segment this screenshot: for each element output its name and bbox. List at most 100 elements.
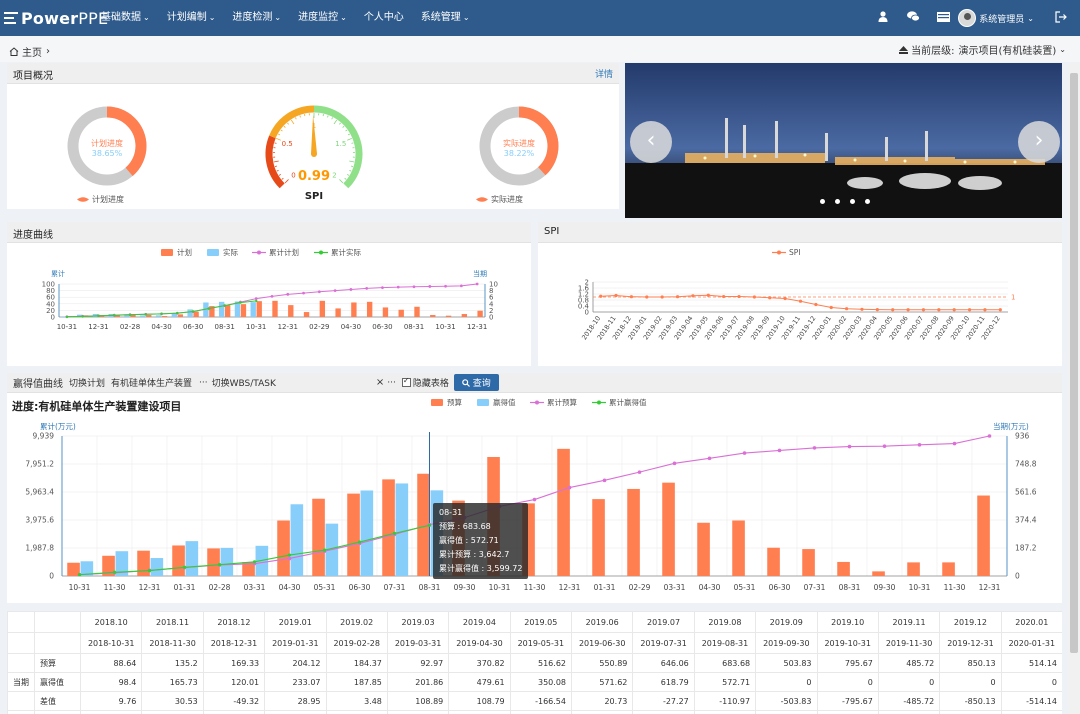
earned-value-bar (150, 558, 164, 576)
table-cell: 187.85 (325, 672, 388, 692)
table-cell: 0 (939, 672, 1002, 692)
cumulative-earned-point (322, 548, 327, 552)
gauge-needle (311, 115, 317, 155)
gauge-tick (273, 160, 279, 163)
ev-tooltip: 08-31 预算 : 683.68 赢得值 : 572.71 累计预算 : 3,… (433, 503, 529, 579)
plant-night-photo (625, 63, 1062, 218)
nav-item-1[interactable]: 基础数据 ⌄ (101, 0, 158, 36)
budget-bar (837, 561, 850, 576)
avatar (958, 9, 977, 27)
switch-wbs-label: 切换WBS/TASK (211, 379, 276, 389)
card-icon[interactable] (928, 11, 958, 25)
top-navbar: PowerPPE 基础数据 ⌄ 计划编制 ⌄ 进度检测 ⌄ 进度监控 ⌄ 个人中心 系统管理 ⌄ 系… (0, 0, 1080, 36)
left-tick-label: 7,951.2 (25, 460, 54, 469)
table-row-label: 赢得值 (34, 672, 81, 692)
spi-panel: SPI SPI 2 1.6 1.2 0.8 0.4 0 1 2018-10 2018-11 2018… (538, 222, 1062, 366)
table-date-header: 2018-12-31 (202, 632, 266, 654)
spi-point (967, 308, 972, 312)
plan-more-button[interactable]: ··· (199, 378, 208, 388)
nav-item-3[interactable]: 进度检测 ⌄ (232, 0, 289, 36)
table-cell: 9.76 (79, 691, 143, 711)
spi-point (691, 294, 695, 298)
plan-legend-label: 计划进度 (92, 195, 124, 204)
user-menu[interactable]: 系统管理员 ⌄ (958, 9, 1034, 27)
ev-table: 2018.10 2018.11 2018.12 2019.01 2019.02 2019.… (7, 611, 1062, 714)
table-row-label: 预算 (34, 710, 81, 714)
table-cell: 6792.19 (1000, 710, 1062, 714)
table-date-header: 2019-04-30 (448, 632, 511, 654)
table-cell: 169.33 (202, 653, 266, 673)
cumulative-budget-point (287, 556, 292, 561)
logout-icon[interactable] (1046, 10, 1076, 26)
table-cell: 201.86 (386, 672, 450, 692)
earned-value-bar (290, 504, 304, 576)
table-date-header: 2019-11-30 (877, 632, 941, 654)
x-tick-label: 06-30 (769, 583, 791, 592)
detail-link[interactable]: 详情 (595, 67, 613, 80)
table-month-header: 2019.03 (386, 611, 450, 633)
gauge-tick (275, 137, 281, 141)
query-button[interactable]: 查询 (453, 374, 499, 391)
gauge-tick (290, 119, 295, 125)
nav-item-2[interactable]: 计划编制 ⌄ (167, 0, 224, 36)
table-month-header: 2019.02 (325, 611, 388, 633)
carousel-dot[interactable] (820, 199, 825, 204)
level-selector[interactable]: 当前层级: 演示项目(有机硅装置) ⌄ (899, 42, 1066, 57)
table-date-header: 2019-10-31 (816, 632, 879, 654)
table-row: 2018-10-31 2018-11-30 2018-12-31 2019-01-31… (7, 632, 1062, 654)
spi-gauge: 00.511.52 (265, 105, 363, 189)
plan-bar (319, 300, 326, 317)
table-date-header: 2019-05-31 (509, 632, 573, 654)
legend-swatch (477, 399, 489, 406)
cumulative-budget-point (567, 485, 572, 490)
right-tick-label: 936 (1015, 432, 1030, 441)
table-cell: 28.95 (264, 691, 327, 711)
nav-item-6[interactable]: 系统管理 ⌄ (421, 0, 478, 36)
plan-select-input[interactable]: 有机硅单体生产装置 (111, 376, 199, 390)
budget-bar (277, 520, 290, 576)
home-icon[interactable] (9, 47, 19, 56)
page-scrollbar[interactable] (1068, 63, 1080, 714)
nav-item-5[interactable]: 个人中心 (364, 0, 412, 36)
hide-table-checkbox[interactable] (401, 376, 411, 387)
scrollbar-thumb[interactable] (1070, 73, 1078, 653)
x-tick-label: 09-30 (874, 583, 896, 592)
table-date-header: 2019-02-28 (325, 632, 388, 654)
table-date-header: 2019-03-31 (386, 632, 450, 654)
project-photo-carousel[interactable]: ‹ › (625, 63, 1062, 218)
wbs-more-button[interactable]: ··· (387, 378, 396, 388)
table-group-label (7, 653, 35, 673)
table-cell: 184.37 (325, 653, 388, 673)
carousel-dot[interactable] (850, 199, 855, 204)
spi-point (952, 308, 956, 312)
table-cell: 4942.2 (816, 710, 879, 714)
actual-ring-text: 实际进度 38.22% (474, 138, 564, 158)
nav-item-4[interactable]: 进度监控 ⌄ (298, 0, 355, 36)
table-cell: 850.13 (939, 653, 1002, 673)
breadcrumb-home[interactable]: 主页 (22, 44, 42, 59)
earned-value-bar (395, 483, 409, 576)
user-icon[interactable] (868, 11, 898, 25)
logo[interactable]: PowerPPE (4, 8, 108, 28)
cumulative-plan-point (302, 291, 305, 295)
wbs-input[interactable] (276, 376, 356, 390)
carousel-prev-button[interactable]: ‹ (630, 121, 672, 163)
wbs-clear-button[interactable]: × (376, 377, 384, 388)
spi-reference-label: 1 (1011, 294, 1015, 302)
plan-bar (161, 316, 168, 317)
cumulative-plan-point (317, 290, 321, 294)
cumulative-budget-point (672, 461, 677, 466)
plan-bar (146, 315, 152, 317)
x-tick-label: 05-31 (734, 583, 756, 592)
nav-item-label: 基础数据 (101, 12, 141, 23)
legend-label: 预算 (447, 397, 462, 407)
carousel-next-button[interactable]: › (1018, 121, 1060, 163)
chat-icon[interactable] (898, 11, 928, 25)
carousel-dot[interactable] (865, 199, 870, 204)
table-cell: 683.68 (693, 653, 757, 673)
spi-point (845, 307, 849, 311)
legend-swatch (597, 400, 601, 405)
carousel-dot[interactable] (835, 199, 840, 204)
table-cell: 223.84 (141, 710, 204, 714)
spi-point (660, 295, 664, 299)
